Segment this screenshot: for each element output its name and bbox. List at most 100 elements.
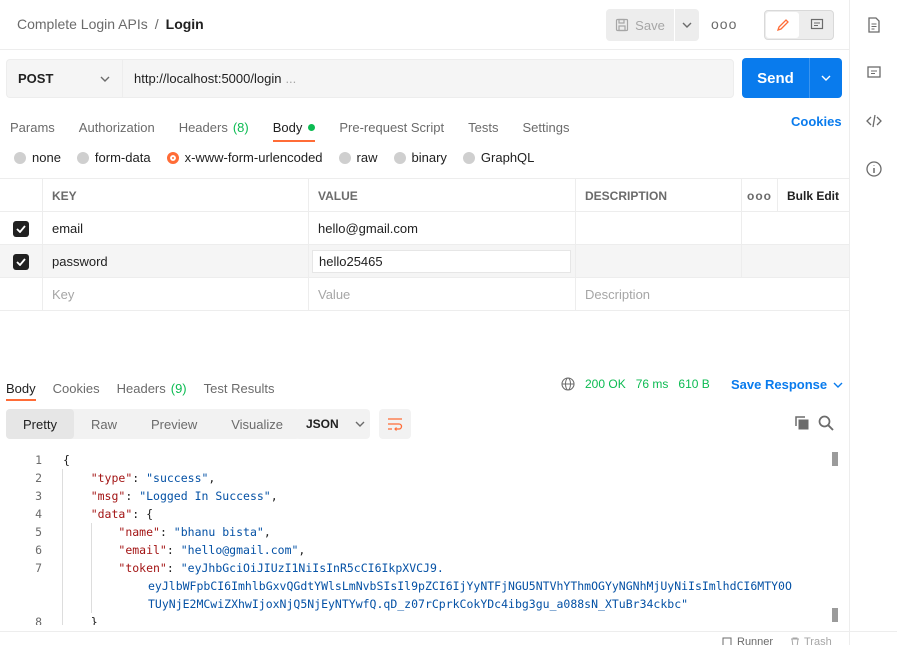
code-text: eyJlbWFpbCI6ImhlbGxvQGdtYWlsLmNvbSIsIl9p…	[148, 579, 792, 593]
row-checkbox[interactable]	[13, 253, 29, 270]
radio-circle-selected	[166, 151, 179, 164]
save-label: Save	[635, 17, 665, 33]
view-mode-toggle	[764, 10, 834, 40]
row-checkbox[interactable]	[13, 220, 29, 237]
info-icon[interactable]	[864, 159, 884, 179]
edit-mode-button[interactable]	[766, 12, 799, 38]
bulk-edit-button[interactable]: Bulk Edit	[778, 179, 849, 212]
value-cell[interactable]: hello@gmail.com	[309, 212, 576, 245]
radio-label: raw	[356, 150, 378, 165]
radio-form-data[interactable]: form-data	[76, 150, 151, 165]
response-time[interactable]: 76 ms	[636, 377, 669, 391]
code-line: 3 "msg": "Logged In Success",	[0, 487, 830, 505]
trash-button[interactable]: Trash	[790, 636, 832, 645]
url-input[interactable]: http://localhost:5000/login ...	[122, 59, 734, 98]
response-tab-test-results[interactable]: Test Results	[204, 376, 275, 400]
response-size[interactable]: 610 B	[678, 377, 709, 391]
tab-headers[interactable]: Headers (8)	[179, 113, 249, 141]
check-icon	[16, 257, 26, 266]
format-select[interactable]: JSON	[295, 409, 370, 439]
response-tabs: Body Cookies Headers (9) Test Results	[6, 376, 291, 401]
comments-icon[interactable]	[864, 63, 884, 83]
key-placeholder[interactable]: Key	[43, 278, 309, 311]
save-response-label: Save Response	[731, 377, 828, 392]
breadcrumb-collection[interactable]: Complete Login APIs	[17, 16, 148, 32]
globe-icon[interactable]	[561, 377, 575, 391]
view-visualize[interactable]: Visualize	[214, 409, 300, 439]
key-cell[interactable]: email	[43, 212, 309, 245]
line-number: 3	[35, 489, 42, 503]
tab-tests[interactable]: Tests	[468, 113, 498, 141]
send-button[interactable]: Send	[742, 58, 809, 98]
table-row: password hello25465	[0, 245, 849, 278]
response-tab-cookies[interactable]: Cookies	[53, 376, 100, 400]
wrap-lines-button[interactable]	[379, 409, 411, 439]
radio-urlencoded[interactable]: x-www-form-urlencoded	[166, 150, 323, 165]
header-check-cell	[0, 179, 43, 212]
tab-params[interactable]: Params	[10, 113, 55, 141]
code-line: 6 "email": "hello@gmail.com",	[0, 541, 830, 559]
code-text: "type": "success",	[90, 471, 216, 485]
save-response-button[interactable]: Save Response	[731, 377, 843, 392]
line-number: 8	[35, 615, 42, 625]
code-icon[interactable]	[864, 111, 884, 131]
line-number: 6	[35, 543, 42, 557]
more-actions-button[interactable]: ooo	[711, 16, 736, 32]
table-header-row: KEY VALUE DESCRIPTION ooo Bulk Edit	[0, 179, 849, 212]
runner-button[interactable]: Runner	[722, 636, 773, 645]
radio-label: none	[32, 150, 61, 165]
save-button-group: Save	[606, 9, 699, 41]
view-preview[interactable]: Preview	[134, 409, 214, 439]
description-cell[interactable]	[576, 212, 742, 245]
radio-circle	[76, 151, 89, 164]
search-icon[interactable]	[818, 415, 834, 434]
method-label: POST	[18, 71, 54, 86]
table-more-button[interactable]: ooo	[742, 179, 778, 212]
copy-icon[interactable]	[794, 415, 810, 434]
response-tab-headers[interactable]: Headers (9)	[117, 376, 187, 400]
comment-mode-button[interactable]	[801, 12, 833, 38]
code-text: "name": "bhanu bista",	[118, 525, 271, 539]
cookies-link[interactable]: Cookies	[791, 114, 842, 129]
response-tab-headers-label: Headers	[116, 380, 166, 396]
breadcrumb: Complete Login APIs / Login	[17, 16, 204, 32]
table-row: email hello@gmail.com	[0, 212, 849, 245]
radio-binary[interactable]: binary	[393, 150, 447, 165]
save-options-button[interactable]	[674, 9, 699, 41]
save-button[interactable]: Save	[606, 9, 674, 41]
documentation-icon[interactable]	[864, 15, 884, 35]
response-tab-body[interactable]: Body	[6, 376, 36, 401]
description-cell[interactable]	[576, 245, 742, 278]
value-input-active[interactable]: hello25465	[312, 250, 571, 273]
radio-raw[interactable]: raw	[338, 150, 378, 165]
code-text: }	[63, 615, 98, 625]
body-modified-indicator	[308, 123, 316, 131]
pencil-icon	[776, 19, 789, 32]
tab-pre-request-script[interactable]: Pre-request Script	[339, 113, 444, 141]
scrollbar-thumb[interactable]	[832, 452, 838, 466]
breadcrumb-request[interactable]: Login	[166, 16, 204, 32]
method-select[interactable]: POST	[6, 59, 122, 98]
code-line: 1{	[0, 451, 830, 469]
scrollbar-thumb[interactable]	[832, 608, 838, 622]
table-row-new: Key Value Description	[0, 278, 849, 311]
indent-guide	[62, 469, 63, 625]
check-icon	[16, 224, 26, 233]
line-number: 2	[35, 471, 42, 485]
radio-graphql[interactable]: GraphQL	[462, 150, 534, 165]
value-placeholder[interactable]: Value	[309, 278, 576, 311]
key-cell[interactable]: password	[43, 245, 309, 278]
format-label: JSON	[306, 417, 339, 431]
description-placeholder[interactable]: Description	[576, 278, 849, 311]
radio-none[interactable]: none	[14, 150, 61, 165]
tab-settings[interactable]: Settings	[522, 113, 569, 141]
view-raw[interactable]: Raw	[74, 409, 134, 439]
view-pretty[interactable]: Pretty	[6, 409, 74, 439]
status-code[interactable]: 200 OK	[585, 377, 626, 391]
send-options-button[interactable]	[809, 58, 842, 98]
chevron-down-icon	[355, 421, 365, 427]
tab-body[interactable]: Body	[272, 113, 316, 142]
tab-authorization[interactable]: Authorization	[79, 113, 155, 141]
response-code-viewer[interactable]: 1{ 2 "type": "success", 3 "msg": "Logged…	[0, 451, 830, 625]
body-params-table: KEY VALUE DESCRIPTION ooo Bulk Edit emai…	[0, 178, 849, 311]
